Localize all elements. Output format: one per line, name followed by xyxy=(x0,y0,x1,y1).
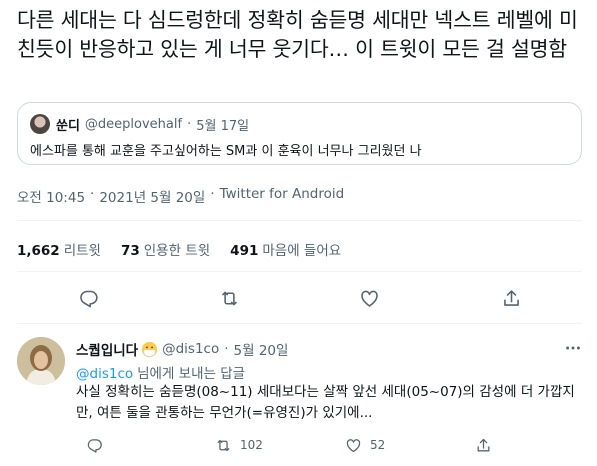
retweets-count: 1,662 xyxy=(17,243,60,259)
quotes-count: 73 xyxy=(120,243,140,259)
tweet-source[interactable]: Twitter for Android xyxy=(220,186,345,206)
quotes-stat[interactable]: 73 인용한 트윗 xyxy=(121,239,210,259)
quoted-tweet-header: 쑨디 @deeplovehalf · 5월 17일 xyxy=(30,113,249,135)
more-icon xyxy=(566,346,580,350)
reply-icon xyxy=(87,438,102,453)
tweet-time[interactable]: 오전 10:45 xyxy=(17,186,85,206)
reply-author-handle[interactable]: @dis1co xyxy=(162,341,219,357)
replying-to-label: 님에게 보내는 답글 xyxy=(137,366,246,382)
divider xyxy=(17,220,582,221)
separator-dot: · xyxy=(224,341,229,357)
retweets-label: 리트윗 xyxy=(63,243,101,259)
quoted-author-handle[interactable]: @deeplovehalf xyxy=(85,117,182,132)
quoted-author-name[interactable]: 쑨디 xyxy=(56,115,80,134)
like-icon xyxy=(346,438,361,452)
avatar-image xyxy=(17,337,65,385)
quotes-label: 인용한 트윗 xyxy=(143,243,211,259)
like-button[interactable] xyxy=(356,285,382,311)
likes-stat[interactable]: 491 마음에 들어요 xyxy=(230,239,341,259)
tweet-actions xyxy=(17,285,582,311)
reply-like-count: 52 xyxy=(370,438,386,452)
face-mask-emoji-icon xyxy=(141,341,158,357)
reply-header: 스퀍입니다 @dis1co · 5월 20일 xyxy=(76,339,288,359)
retweets-stat[interactable]: 1,662 리트윗 xyxy=(17,239,101,259)
quoted-tweet-date[interactable]: 5월 17일 xyxy=(196,115,249,134)
replying-to: @dis1co 님에게 보내는 답글 xyxy=(76,362,245,382)
separator-dot: · xyxy=(210,186,215,202)
more-options-button[interactable] xyxy=(563,338,583,358)
likes-label: 마음에 들어요 xyxy=(262,243,342,259)
retweet-button[interactable] xyxy=(216,285,242,311)
reply-icon xyxy=(79,290,98,307)
tweet-meta: 오전 10:45 · 2021년 5월 20일 · Twitter for An… xyxy=(17,186,344,206)
reply-share-button[interactable] xyxy=(475,435,500,455)
reply-text: 사실 정확히는 숨듣명(08~11) 세대보다는 살짝 앞선 세대(05~07)… xyxy=(76,384,575,421)
share-icon xyxy=(477,438,490,451)
separator-dot: · xyxy=(187,116,192,132)
tweet-date[interactable]: 2021년 5월 20일 xyxy=(99,186,205,206)
reply-author-avatar[interactable] xyxy=(17,337,65,385)
divider xyxy=(17,271,582,272)
like-icon xyxy=(360,290,378,307)
reply-retweet-button[interactable]: 102 xyxy=(215,435,263,455)
reply-button[interactable] xyxy=(75,285,101,311)
tweet-stats: 1,662 리트윗 73 인용한 트윗 491 마음에 들어요 xyxy=(17,239,361,259)
reply-retweet-count: 102 xyxy=(240,438,263,452)
reply-reply-button[interactable] xyxy=(86,435,111,455)
reply-tweet[interactable]: 스퀍입니다 @dis1co · 5월 20일 @dis1co 님에게 보내는 답글… xyxy=(0,323,597,466)
share-icon xyxy=(503,289,519,306)
quoted-tweet[interactable]: 쑨디 @deeplovehalf · 5월 17일 에스파를 통해 교훈을 주고… xyxy=(17,102,582,165)
replying-to-mention[interactable]: @dis1co xyxy=(76,366,133,382)
quoted-tweet-text: 에스파를 통해 교훈을 주고싶어하는 SM과 이 훈육이 너무나 그리웠던 나 xyxy=(30,144,422,159)
share-button[interactable] xyxy=(498,285,524,311)
retweet-icon xyxy=(221,291,237,305)
tweet-text: 다른 세대는 다 심드렁한데 정확히 숨듣명 세대만 넥스트 레벨에 미친듯이 … xyxy=(17,8,578,61)
likes-count: 491 xyxy=(230,243,259,259)
reply-actions: 102 52 xyxy=(76,435,586,455)
reply-like-button[interactable]: 52 xyxy=(345,435,385,455)
separator-dot: · xyxy=(90,186,95,202)
retweet-icon xyxy=(217,439,230,451)
reply-date[interactable]: 5월 20일 xyxy=(234,339,289,359)
reply-author-name[interactable]: 스퀍입니다 xyxy=(76,339,138,359)
quoted-author-avatar[interactable] xyxy=(30,114,50,134)
